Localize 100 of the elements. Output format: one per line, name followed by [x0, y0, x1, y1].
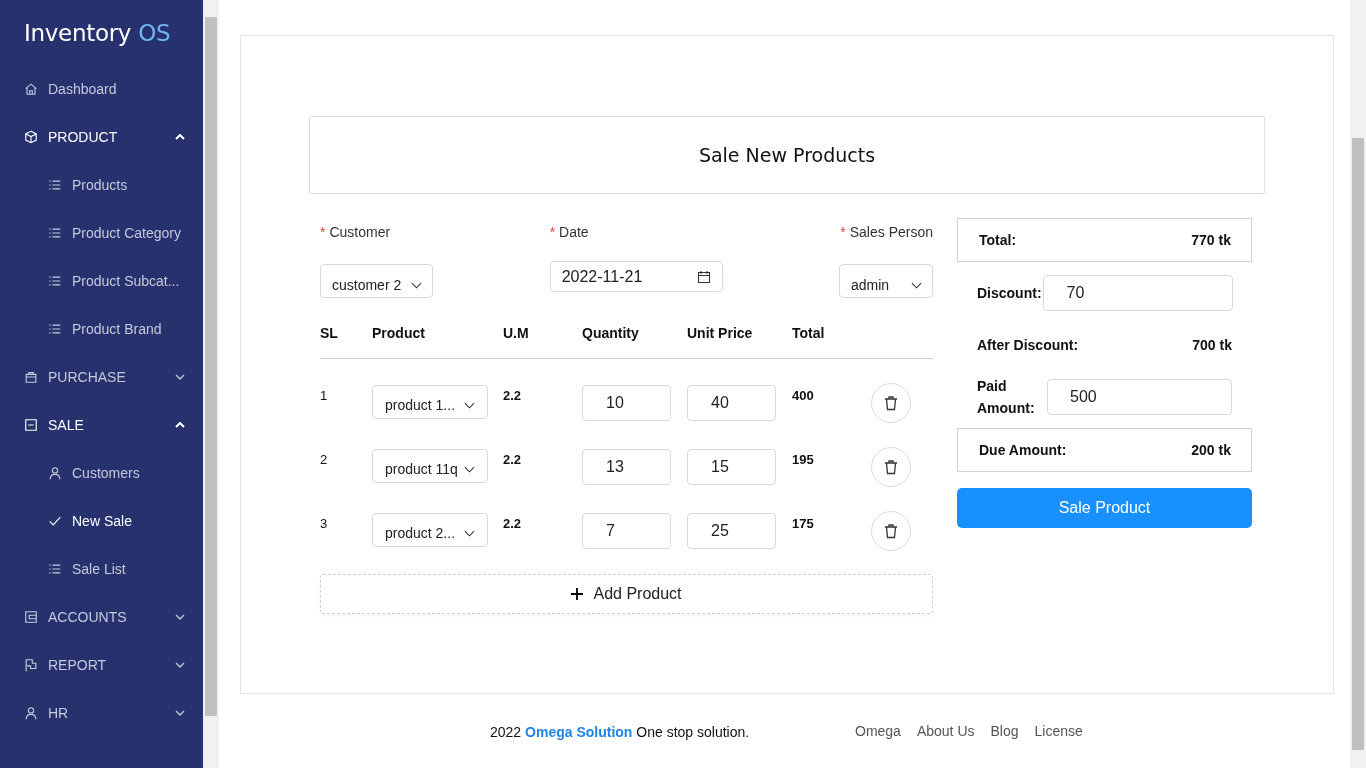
- table-cell-text: 3: [320, 515, 329, 531]
- table-cell-text: 2.2: [503, 515, 523, 531]
- chevron-down-icon: [464, 529, 475, 537]
- column-header: Quantity: [582, 325, 640, 341]
- price-input[interactable]: 25: [687, 513, 776, 549]
- paid-amount-label: Paid Amount:: [977, 377, 1035, 418]
- nav-item[interactable]: REPORT: [0, 641, 203, 689]
- nav-subitem[interactable]: Product Subcat...: [0, 257, 203, 305]
- field-label: Date: [559, 224, 589, 240]
- trash-icon: [883, 523, 899, 539]
- nav-item[interactable]: SALE: [0, 401, 203, 449]
- caret-down-icon: [175, 710, 185, 716]
- quantity-input[interactable]: 7: [582, 513, 671, 549]
- product-select[interactable]: product 11q: [372, 449, 488, 483]
- nav-item[interactable]: Dashboard: [0, 65, 203, 113]
- list-icon: [48, 178, 62, 192]
- nav-item[interactable]: ACCOUNTS: [0, 593, 203, 641]
- list-icon: [48, 562, 62, 576]
- nav-item[interactable]: PRODUCT: [0, 113, 203, 161]
- caret-down-icon: [175, 614, 185, 620]
- user-icon: [24, 706, 38, 720]
- table-cell-text: 2.2: [503, 451, 523, 467]
- home-icon: [24, 82, 38, 96]
- column-header: Total: [792, 325, 826, 341]
- table-cell-text: 2: [320, 451, 329, 467]
- nav-subitem[interactable]: Product Brand: [0, 305, 203, 353]
- list-icon: [48, 274, 62, 288]
- nav-subitem[interactable]: Customers: [0, 449, 203, 497]
- total-value: 770 tk: [1191, 232, 1231, 248]
- chevron-down-icon: [911, 281, 922, 289]
- app-logo: Inventory OS: [23, 19, 172, 48]
- box-icon: [24, 130, 38, 144]
- delete-button[interactable]: [871, 383, 911, 423]
- field-label: Sales Person: [849, 224, 933, 240]
- chevron-down-icon: [411, 281, 423, 289]
- table-cell-text: 400: [792, 387, 815, 403]
- after-discount-value: 700 tk: [1192, 337, 1232, 353]
- bag-icon: [24, 370, 38, 384]
- price-input[interactable]: 40: [687, 385, 776, 421]
- column-header: U.M: [503, 325, 530, 341]
- paid-amount-input[interactable]: 500: [1047, 379, 1232, 415]
- delete-button[interactable]: [871, 447, 911, 487]
- column-header: SL: [320, 325, 339, 341]
- table-cell-text: 195: [792, 451, 815, 467]
- company-link[interactable]: Omega Solution: [525, 723, 633, 740]
- nav-subitem[interactable]: New Sale: [0, 497, 203, 545]
- delete-button[interactable]: [871, 511, 911, 551]
- caret-down-icon: [175, 662, 185, 668]
- footer-link[interactable]: Blog: [990, 723, 1019, 740]
- chevron-down-icon: [464, 465, 475, 473]
- table-cell-text: 2.2: [503, 387, 523, 403]
- footer-text: 2022 Omega Solution One stop solution.: [490, 722, 751, 740]
- product-select[interactable]: product 1...: [372, 385, 488, 419]
- trash-icon: [883, 395, 899, 411]
- nav-subitem[interactable]: Sale List: [0, 545, 203, 593]
- nav-subitem[interactable]: Product Category: [0, 209, 203, 257]
- footer-link[interactable]: About Us: [916, 723, 975, 740]
- select-field[interactable]: customer 2: [320, 264, 434, 298]
- caret-up-icon: [175, 134, 185, 140]
- caret-down-icon: [175, 374, 185, 380]
- column-header: Product: [372, 325, 426, 341]
- caret-up-icon: [175, 422, 185, 428]
- quantity-input[interactable]: 10: [582, 385, 671, 421]
- date-field[interactable]: 2022-11-21: [549, 261, 723, 292]
- quantity-input[interactable]: 13: [582, 449, 671, 485]
- price-input[interactable]: 15: [687, 449, 776, 485]
- list-icon: [48, 226, 62, 240]
- due-value: 200 tk: [1191, 442, 1231, 458]
- wallet-icon: [24, 610, 38, 624]
- total-label: Total:: [979, 232, 1017, 248]
- footer-link[interactable]: Omega: [855, 723, 901, 740]
- table-cell-text: 175: [792, 515, 815, 531]
- plus-icon: [571, 588, 584, 600]
- field-label: Customer: [329, 224, 391, 240]
- user-icon: [48, 466, 62, 480]
- required-mark: *: [320, 224, 326, 240]
- table-cell-text: 1: [320, 387, 329, 403]
- product-select[interactable]: product 2...: [372, 513, 488, 547]
- nav-item[interactable]: HR: [0, 689, 203, 737]
- calendar-icon: [696, 269, 711, 284]
- scrollbar[interactable]: [1350, 0, 1366, 768]
- required-mark: *: [549, 224, 556, 240]
- footer-link[interactable]: License: [1034, 723, 1083, 740]
- select-field[interactable]: admin: [839, 264, 933, 298]
- column-header: Unit Price: [687, 325, 754, 341]
- flag-icon: [24, 658, 38, 672]
- trash-icon: [883, 459, 899, 475]
- due-label: Due Amount:: [979, 442, 1067, 458]
- list-icon: [48, 322, 62, 336]
- required-mark: *: [840, 224, 846, 240]
- chevron-down-icon: [464, 401, 475, 409]
- nav-item[interactable]: PURCHASE: [0, 353, 203, 401]
- check-icon: [48, 514, 62, 528]
- scrollbar[interactable]: [203, 0, 219, 768]
- after-discount-label: After Discount:: [977, 337, 1079, 353]
- form-title: Sale New Products: [309, 116, 1265, 194]
- nav-subitem[interactable]: Products: [0, 161, 203, 209]
- add-product-button[interactable]: Add Product: [320, 574, 933, 614]
- discount-label: Discount:: [977, 285, 1042, 301]
- discount-input[interactable]: 70: [1042, 275, 1233, 311]
